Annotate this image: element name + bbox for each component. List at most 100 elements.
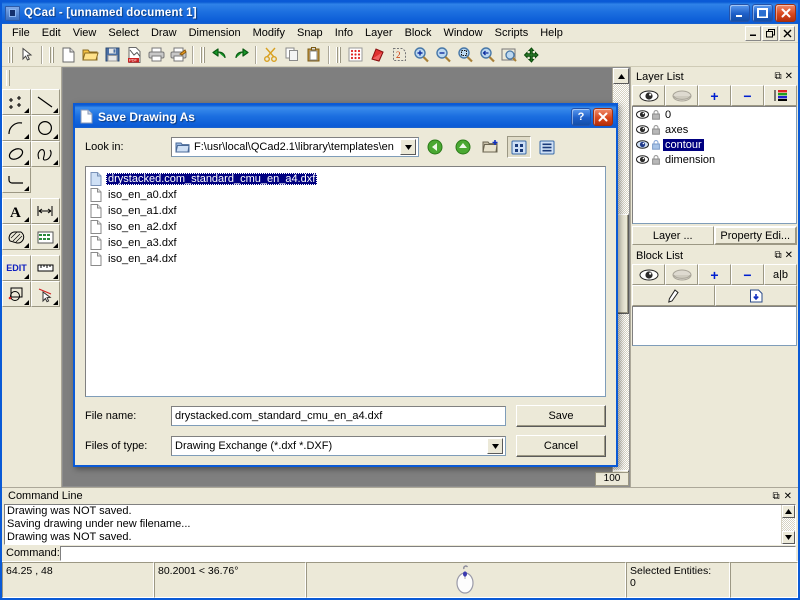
file-list-item[interactable]: iso_en_a2.dxf [88,219,603,235]
insert-block-icon[interactable] [714,285,797,306]
menu-window[interactable]: Window [437,25,488,41]
remove-layer-icon[interactable]: − [731,85,764,106]
menu-snap[interactable]: Snap [291,25,329,41]
command-scroll-down-icon[interactable] [782,531,795,544]
rename-block-icon[interactable]: a|b [764,264,797,285]
file-list-item[interactable]: iso_en_a3.dxf [88,235,603,251]
print-icon[interactable] [145,44,167,65]
file-type-combobox[interactable]: Drawing Exchange (*.dxf *.DXF) [171,436,506,456]
menu-dimension[interactable]: Dimension [183,25,247,41]
zoom-auto-icon[interactable] [498,44,520,65]
print-preview-icon[interactable] [167,44,189,65]
block-list[interactable] [632,306,797,346]
file-name-input[interactable]: drystacked.com_standard_cmu_en_a4.dxf [171,406,506,426]
back-button[interactable] [423,136,447,158]
maximize-button[interactable] [752,4,773,22]
image-tool[interactable] [31,224,60,250]
hatch-tool[interactable] [2,224,31,250]
minimize-button[interactable] [729,4,750,22]
menu-layer[interactable]: Layer [359,25,399,41]
new-folder-button[interactable] [479,136,503,158]
circle-tool[interactable] [31,115,60,141]
dialog-help-button[interactable]: ? [571,107,591,126]
cut-scissors-icon[interactable] [259,44,281,65]
look-in-combobox[interactable]: F:\usr\local\QCad2.1\library\templates\e… [171,137,419,157]
menu-view[interactable]: View [67,25,103,41]
save-disk-icon[interactable] [101,44,123,65]
toolbar-grip[interactable] [7,46,13,64]
detail-view-button[interactable] [535,136,559,158]
layer-row[interactable]: axes [633,122,796,137]
layer-panel-float-button[interactable]: ⧉ [774,71,781,82]
mdi-restore-button[interactable] [762,25,778,41]
file-list-item-selected[interactable]: drystacked.com_standard_cmu_en_a4.dxf [88,171,603,187]
menu-select[interactable]: Select [102,25,145,41]
hide-all-layers-icon[interactable] [665,85,698,106]
dialog-close-button[interactable] [593,107,613,126]
line-tool[interactable] [31,89,60,115]
command-panel-float-button[interactable]: ⧉ [772,491,779,502]
menu-block[interactable]: Block [399,25,438,41]
layer-list[interactable]: 0 axes contour dimension [632,106,797,224]
open-folder-icon[interactable] [79,44,101,65]
show-all-layers-icon[interactable] [632,85,665,106]
edit-tool[interactable]: EDIT [2,255,31,281]
show-all-blocks-icon[interactable] [632,264,665,285]
list-view-button[interactable] [507,136,531,158]
zoom-window-icon[interactable] [454,44,476,65]
export-pdf-icon[interactable]: PDF [123,44,145,65]
layer-settings-icon[interactable] [764,85,797,106]
zoom-in-icon[interactable] [410,44,432,65]
tab-property-editor[interactable]: Property Edi... [713,226,797,245]
undo-icon[interactable] [208,44,230,65]
toolbar-grip-4[interactable] [335,46,341,64]
look-in-dropdown-arrow-icon[interactable] [400,139,416,155]
menu-help[interactable]: Help [534,25,569,41]
spline-tool[interactable] [31,141,60,167]
dimension-tool[interactable] [31,198,60,224]
select-pointer-icon[interactable] [16,44,38,65]
toolbar-grip-3[interactable] [199,46,205,64]
menu-info[interactable]: Info [329,25,359,41]
cancel-button[interactable]: Cancel [516,435,606,457]
ellipse-tool[interactable] [2,141,31,167]
menu-draw[interactable]: Draw [145,25,183,41]
info-tool[interactable] [31,281,60,307]
file-list-item[interactable]: iso_en_a4.dxf [88,251,603,267]
menu-scripts[interactable]: Scripts [489,25,535,41]
paste-icon[interactable] [303,44,325,65]
grid-dots-icon[interactable] [344,44,366,65]
new-file-icon[interactable] [57,44,79,65]
layer-row[interactable]: dimension [633,152,796,167]
zoom-previous-icon[interactable] [476,44,498,65]
left-dock-grip[interactable] [2,67,61,89]
block-panel-close-button[interactable]: ✕ [785,250,793,261]
edit-block-icon[interactable] [632,285,715,306]
close-button[interactable] [775,4,796,22]
menu-file[interactable]: File [6,25,36,41]
add-layer-icon[interactable]: + [698,85,731,106]
save-button[interactable]: Save [516,405,606,427]
zoom-out-icon[interactable] [432,44,454,65]
remove-block-icon[interactable]: − [731,264,764,285]
mdi-close-button[interactable] [779,25,795,41]
zoom-pan-icon[interactable] [520,44,542,65]
layer-row[interactable]: 0 [633,107,796,122]
menu-modify[interactable]: Modify [247,25,291,41]
command-scrollbar-track[interactable] [782,518,795,531]
block-panel-float-button[interactable]: ⧉ [774,250,781,261]
file-list-item[interactable]: iso_en_a1.dxf [88,203,603,219]
eraser-icon[interactable] [366,44,388,65]
polyline-tool[interactable] [2,167,31,193]
command-output[interactable]: Drawing was NOT saved. Saving drawing un… [4,504,796,545]
command-scroll-up-icon[interactable] [782,505,795,518]
layer-row-selected[interactable]: contour [633,137,796,152]
text-tool[interactable]: A [2,198,31,224]
command-input[interactable] [59,545,796,561]
arc-tool[interactable] [2,115,31,141]
layer-panel-close-button[interactable]: ✕ [785,71,793,82]
parent-folder-button[interactable] [451,136,475,158]
point-tool[interactable] [2,89,31,115]
command-output-scrollbar[interactable] [781,505,795,544]
copy-icon[interactable] [281,44,303,65]
